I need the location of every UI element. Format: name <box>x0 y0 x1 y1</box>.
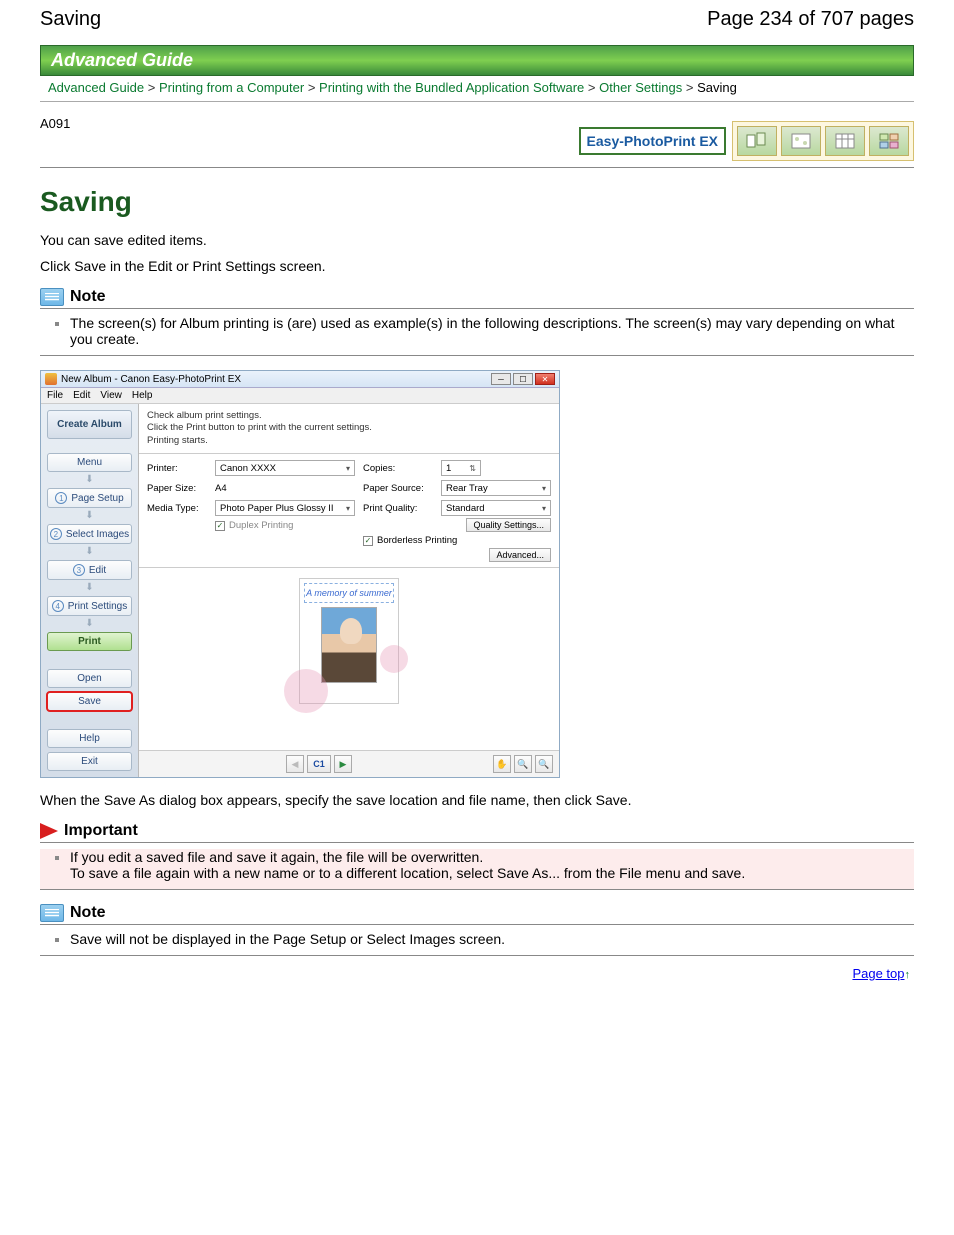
breadcrumb: Advanced Guide > Printing from a Compute… <box>40 76 914 102</box>
media-type-select[interactable]: Photo Paper Plus Glossy II▾ <box>215 500 355 516</box>
app-window: New Album - Canon Easy-PhotoPrint EX ─ ☐… <box>40 370 560 778</box>
stickers-icon <box>869 126 909 156</box>
printer-label: Printer: <box>147 463 207 474</box>
after-screenshot-text: When the Save As dialog box appears, spe… <box>40 792 914 808</box>
breadcrumb-current: Saving <box>697 80 737 95</box>
chevron-down-icon: ⬇ <box>47 548 132 556</box>
breadcrumb-link[interactable]: Advanced Guide <box>48 80 144 95</box>
intro-text-1: You can save edited items. <box>40 232 914 248</box>
menu-file[interactable]: File <box>47 390 63 401</box>
zoom-out-icon[interactable]: 🔍 <box>535 755 553 773</box>
important-text: If you edit a saved file and save it aga… <box>70 849 745 881</box>
chevron-down-icon: ⬇ <box>47 476 132 484</box>
photo-thumbnail <box>321 607 377 683</box>
product-label: Easy-PhotoPrint EX <box>579 127 726 155</box>
menubar: File Edit View Help <box>41 388 559 404</box>
print-settings-panel: Printer: Canon XXXX▾ Copies: 1⇅ Paper Si… <box>139 454 559 568</box>
copies-label: Copies: <box>363 463 433 474</box>
album-page-preview: A memory of summer <box>299 578 399 704</box>
intro-text-2: Click Save in the Edit or Print Settings… <box>40 258 914 274</box>
close-button[interactable]: ✕ <box>535 373 555 385</box>
album-caption: A memory of summer <box>304 583 394 603</box>
note-text: Save will not be displayed in the Page S… <box>70 931 505 947</box>
next-page-button[interactable]: ▶ <box>334 755 352 773</box>
zoom-in-icon[interactable]: 🔍 <box>514 755 532 773</box>
sidebar: Create Album Menu ⬇ 1Page Setup ⬇ 2Selec… <box>41 404 139 777</box>
breadcrumb-link[interactable]: Printing from a Computer <box>159 80 304 95</box>
note-text: The screen(s) for Album printing is (are… <box>70 315 895 347</box>
print-quality-label: Print Quality: <box>363 503 433 514</box>
duplex-checkbox-row: ✓Duplex Printing <box>215 520 355 531</box>
guide-banner: Advanced Guide <box>40 45 914 76</box>
calendar-icon <box>825 126 865 156</box>
album-icon <box>737 126 777 156</box>
chevron-down-icon: ⬇ <box>47 620 132 628</box>
page-top-link[interactable]: Page top <box>852 966 904 981</box>
instruction-panel: Check album print settings. Click the Pr… <box>139 404 559 454</box>
paper-size-label: Paper Size: <box>147 483 207 494</box>
menu-view[interactable]: View <box>100 390 122 401</box>
important-icon <box>40 823 58 839</box>
important-list: If you edit a saved file and save it aga… <box>40 849 914 881</box>
sidebar-step-edit[interactable]: 3Edit <box>47 560 132 580</box>
preview-area: A memory of summer ◀ C1 ▶ <box>139 568 559 777</box>
menu-help[interactable]: Help <box>132 390 153 401</box>
note-heading: Note <box>70 904 106 922</box>
sidebar-print-button[interactable]: Print <box>47 632 132 651</box>
paper-source-label: Paper Source: <box>363 483 433 494</box>
prev-page-button[interactable]: ◀ <box>286 755 304 773</box>
copies-spinner[interactable]: 1⇅ <box>441 460 481 476</box>
note-icon <box>40 904 64 922</box>
breadcrumb-link[interactable]: Other Settings <box>599 80 682 95</box>
borderless-checkbox[interactable]: ✓ <box>363 536 373 546</box>
sidebar-exit-button[interactable]: Exit <box>47 752 132 771</box>
up-arrow-icon: ↑ <box>905 969 911 981</box>
sidebar-open-button[interactable]: Open <box>47 669 132 688</box>
paper-source-select[interactable]: Rear Tray▾ <box>441 480 551 496</box>
page-indicator: Page 234 of 707 pages <box>707 8 914 31</box>
sidebar-menu-button[interactable]: Menu <box>47 453 132 472</box>
breadcrumb-sep: > <box>308 80 316 95</box>
maximize-button[interactable]: ☐ <box>513 373 533 385</box>
note-heading: Note <box>70 288 106 306</box>
layout-icon <box>781 126 821 156</box>
quality-settings-button[interactable]: Quality Settings... <box>466 518 551 532</box>
titlebar: New Album - Canon Easy-PhotoPrint EX ─ ☐… <box>41 371 559 388</box>
page-title-top: Saving <box>40 8 101 31</box>
minimize-button[interactable]: ─ <box>491 373 511 385</box>
sidebar-step-select-images[interactable]: 2Select Images <box>47 524 132 544</box>
preview-toolbar: ◀ C1 ▶ ✋ 🔍 🔍 <box>139 750 559 777</box>
breadcrumb-sep: > <box>588 80 596 95</box>
paper-size-value: A4 <box>215 483 355 494</box>
breadcrumb-sep: > <box>148 80 156 95</box>
note-icon <box>40 288 64 306</box>
media-type-label: Media Type: <box>147 503 207 514</box>
note-list: The screen(s) for Album printing is (are… <box>40 315 914 347</box>
printer-select[interactable]: Canon XXXX▾ <box>215 460 355 476</box>
note-list: Save will not be displayed in the Page S… <box>40 931 914 947</box>
print-quality-select[interactable]: Standard▾ <box>441 500 551 516</box>
advanced-button[interactable]: Advanced... <box>489 548 551 562</box>
hand-tool-icon[interactable]: ✋ <box>493 755 511 773</box>
app-icon <box>45 373 57 385</box>
chevron-down-icon: ⬇ <box>47 584 132 592</box>
product-icon-row <box>732 121 914 161</box>
page-title: Saving <box>40 186 914 218</box>
sidebar-save-button[interactable]: Save <box>47 692 132 711</box>
sidebar-step-print-settings[interactable]: 4Print Settings <box>47 596 132 616</box>
breadcrumb-sep: > <box>686 80 694 95</box>
duplex-checkbox[interactable]: ✓ <box>215 521 225 531</box>
breadcrumb-link[interactable]: Printing with the Bundled Application So… <box>319 80 584 95</box>
window-title: New Album - Canon Easy-PhotoPrint EX <box>61 374 241 385</box>
sidebar-help-button[interactable]: Help <box>47 729 132 748</box>
menu-edit[interactable]: Edit <box>73 390 90 401</box>
important-heading: Important <box>64 822 138 840</box>
sidebar-title: Create Album <box>47 410 132 439</box>
sidebar-step-page-setup[interactable]: 1Page Setup <box>47 488 132 508</box>
page-indicator-button[interactable]: C1 <box>307 755 331 773</box>
chevron-down-icon: ⬇ <box>47 512 132 520</box>
